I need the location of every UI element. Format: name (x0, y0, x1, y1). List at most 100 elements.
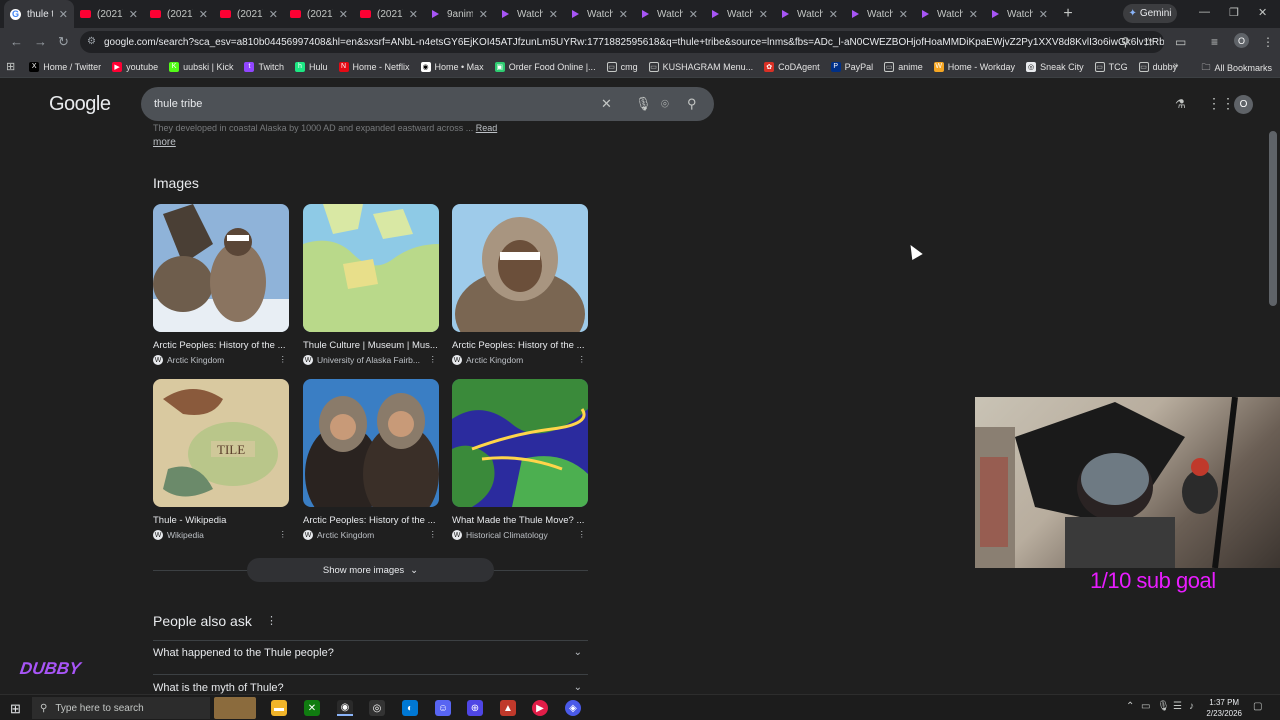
more-options-icon[interactable]: ⋮ (279, 529, 288, 540)
close-tab-icon[interactable]: ✕ (409, 8, 418, 21)
notifications-icon[interactable]: ▢ (1253, 701, 1262, 712)
media-icon[interactable]: ≡ (1211, 35, 1218, 49)
browser-tab[interactable]: (2021) ✕ (214, 0, 284, 28)
browser-tab[interactable]: Watch ✕ (914, 0, 984, 28)
bookmark-item[interactable]: ▭ cmg (606, 61, 638, 72)
read-more-link-2[interactable]: more (153, 137, 176, 148)
all-bookmarks[interactable]: 🗀 All Bookmarks (1201, 60, 1272, 76)
browser-tab[interactable]: Watch ✕ (494, 0, 564, 28)
labs-icon[interactable]: ⚗ (1175, 97, 1186, 111)
more-bookmarks-icon[interactable]: » (1173, 60, 1179, 71)
close-tab-icon[interactable]: ✕ (199, 8, 208, 21)
profile-avatar[interactable]: O (1234, 33, 1249, 48)
close-tab-icon[interactable]: ✕ (689, 8, 698, 21)
image-caption[interactable]: Arctic Peoples: History of the ... (452, 340, 588, 351)
bookmark-item[interactable]: ◉ Home • Max (420, 61, 484, 72)
browser-tab[interactable]: 9anim ✕ (424, 0, 494, 28)
google-account-avatar[interactable]: O (1234, 95, 1253, 114)
bookmark-item[interactable]: ▭ dubby (1138, 61, 1177, 72)
cast-icon[interactable]: ▭ (1175, 35, 1186, 49)
edge-icon[interactable]: ◐ (402, 700, 418, 716)
close-tab-icon[interactable]: ✕ (59, 8, 68, 21)
close-tab-icon[interactable]: ✕ (759, 8, 768, 21)
close-tab-icon[interactable]: ✕ (969, 8, 978, 21)
more-options-icon[interactable]: ⋮ (429, 354, 438, 365)
location-icon[interactable]: ⚲ (1121, 35, 1130, 49)
file-explorer-icon[interactable]: ▬ (271, 700, 287, 716)
question-row[interactable]: What happened to the Thule people? ⌄ (153, 647, 588, 659)
maximize-icon[interactable]: ❐ (1229, 6, 1239, 19)
microphone-icon[interactable]: 🎙 (635, 96, 652, 112)
browser-tab[interactable]: (2021) ✕ (74, 0, 144, 28)
forward-icon[interactable]: → (34, 34, 47, 49)
bookmark-item[interactable]: ▭ TCG (1094, 61, 1128, 72)
chrome-icon[interactable]: ◉ (337, 700, 353, 716)
browser-tab[interactable]: Watch ✕ (704, 0, 774, 28)
close-tab-icon[interactable]: ✕ (339, 8, 348, 21)
bookmark-item[interactable]: Kuubski | Kick (169, 61, 233, 72)
apps-grid-icon[interactable]: ⊞ (6, 60, 15, 73)
app-icon[interactable]: ▲ (500, 700, 516, 716)
bookmark-star-icon[interactable]: ☆ (1143, 35, 1154, 49)
browser-tab[interactable]: (2021) ✕ (284, 0, 354, 28)
new-tab-icon[interactable]: + (1058, 4, 1078, 24)
question-row[interactable]: What is the myth of Thule? ⌄ (153, 682, 588, 694)
minimize-icon[interactable]: — (1199, 6, 1210, 18)
close-tab-icon[interactable]: ✕ (829, 8, 838, 21)
taskbar-search[interactable]: ⚲ Type here to search (32, 697, 210, 719)
browser-tab[interactable]: Watch ✕ (844, 0, 914, 28)
bookmark-item[interactable]: ▶ youtube (112, 61, 158, 72)
image-thumbnail[interactable] (452, 379, 588, 507)
image-thumbnail[interactable]: TILE (153, 379, 289, 507)
reload-icon[interactable]: ↻ (58, 34, 69, 50)
read-more-link[interactable]: Read (476, 123, 498, 133)
bookmark-item[interactable]: X Home / Twitter (29, 61, 101, 72)
game-icon[interactable]: ⊕ (467, 700, 483, 716)
tray-expand-icon[interactable]: ⌃ (1126, 701, 1134, 712)
bookmark-item[interactable]: ✿ CoDAgent (764, 61, 820, 72)
image-result-card[interactable]: Arctic Peoples: History of the ... W Arcti… (303, 379, 439, 540)
bookmark-item[interactable]: ▭ anime (884, 61, 923, 72)
close-tab-icon[interactable]: ✕ (269, 8, 278, 21)
bookmark-item[interactable]: t Twitch (244, 61, 284, 72)
xbox-icon[interactable]: ✕ (304, 700, 320, 716)
media-player-icon[interactable]: ▶ (532, 700, 548, 716)
lens-icon[interactable]: ⌾ (661, 96, 669, 112)
app-icon[interactable]: ◈ (565, 700, 581, 716)
image-thumbnail[interactable] (303, 379, 439, 507)
image-result-card[interactable]: Arctic Peoples: History of the ... W Arcti… (153, 204, 289, 365)
google-logo[interactable]: Google (49, 93, 111, 116)
browser-tab[interactable]: Watch ✕ (634, 0, 704, 28)
more-options-icon[interactable]: ⋮ (266, 614, 277, 627)
close-tab-icon[interactable]: ✕ (549, 8, 558, 21)
bookmark-item[interactable]: ▣ Order Food Online |... (494, 61, 596, 72)
search-icon[interactable]: ⚲ (687, 96, 697, 112)
browser-tab[interactable]: Watch ✕ (774, 0, 844, 28)
news-widget-icon[interactable] (214, 697, 256, 719)
network-icon[interactable]: ▭ (1141, 701, 1150, 712)
image-result-card[interactable]: TILE Thule - Wikipedia W Wikipedia ⋮ (153, 379, 289, 540)
scrollbar[interactable] (1269, 131, 1277, 306)
more-options-icon[interactable]: ⋮ (578, 529, 587, 540)
browser-tab[interactable]: (2021) ✕ (354, 0, 424, 28)
volume-icon[interactable]: ♪ (1189, 701, 1194, 712)
browser-tab[interactable]: Gthule t ✕ (4, 0, 74, 28)
site-info-icon[interactable]: ⚙ (87, 36, 96, 47)
close-tab-icon[interactable]: ✕ (1039, 8, 1048, 21)
browser-tab[interactable]: Watch ✕ (984, 0, 1054, 28)
windows-start-icon[interactable]: ⊞ (10, 701, 21, 717)
search-query[interactable]: thule tribe (154, 98, 202, 110)
image-thumbnail[interactable] (303, 204, 439, 332)
browser-tab[interactable]: Watch ✕ (564, 0, 634, 28)
system-clock[interactable]: 1:37 PM 2/23/2026 (1206, 697, 1242, 719)
close-tab-icon[interactable]: ✕ (479, 8, 488, 21)
image-thumbnail[interactable] (153, 204, 289, 332)
gemini-button[interactable]: ✦ Gemini (1123, 4, 1177, 23)
more-options-icon[interactable]: ⋮ (279, 354, 288, 365)
image-result-card[interactable]: Arctic Peoples: History of the ... W Arcti… (452, 204, 588, 365)
close-window-icon[interactable]: ✕ (1258, 6, 1267, 19)
image-result-card[interactable]: Thule Culture | Museum | Mus... W Universi… (303, 204, 439, 365)
wifi-icon[interactable]: ☰ (1173, 701, 1182, 712)
discord-icon[interactable]: ☺ (435, 700, 451, 716)
bookmark-item[interactable]: h Hulu (294, 61, 328, 72)
